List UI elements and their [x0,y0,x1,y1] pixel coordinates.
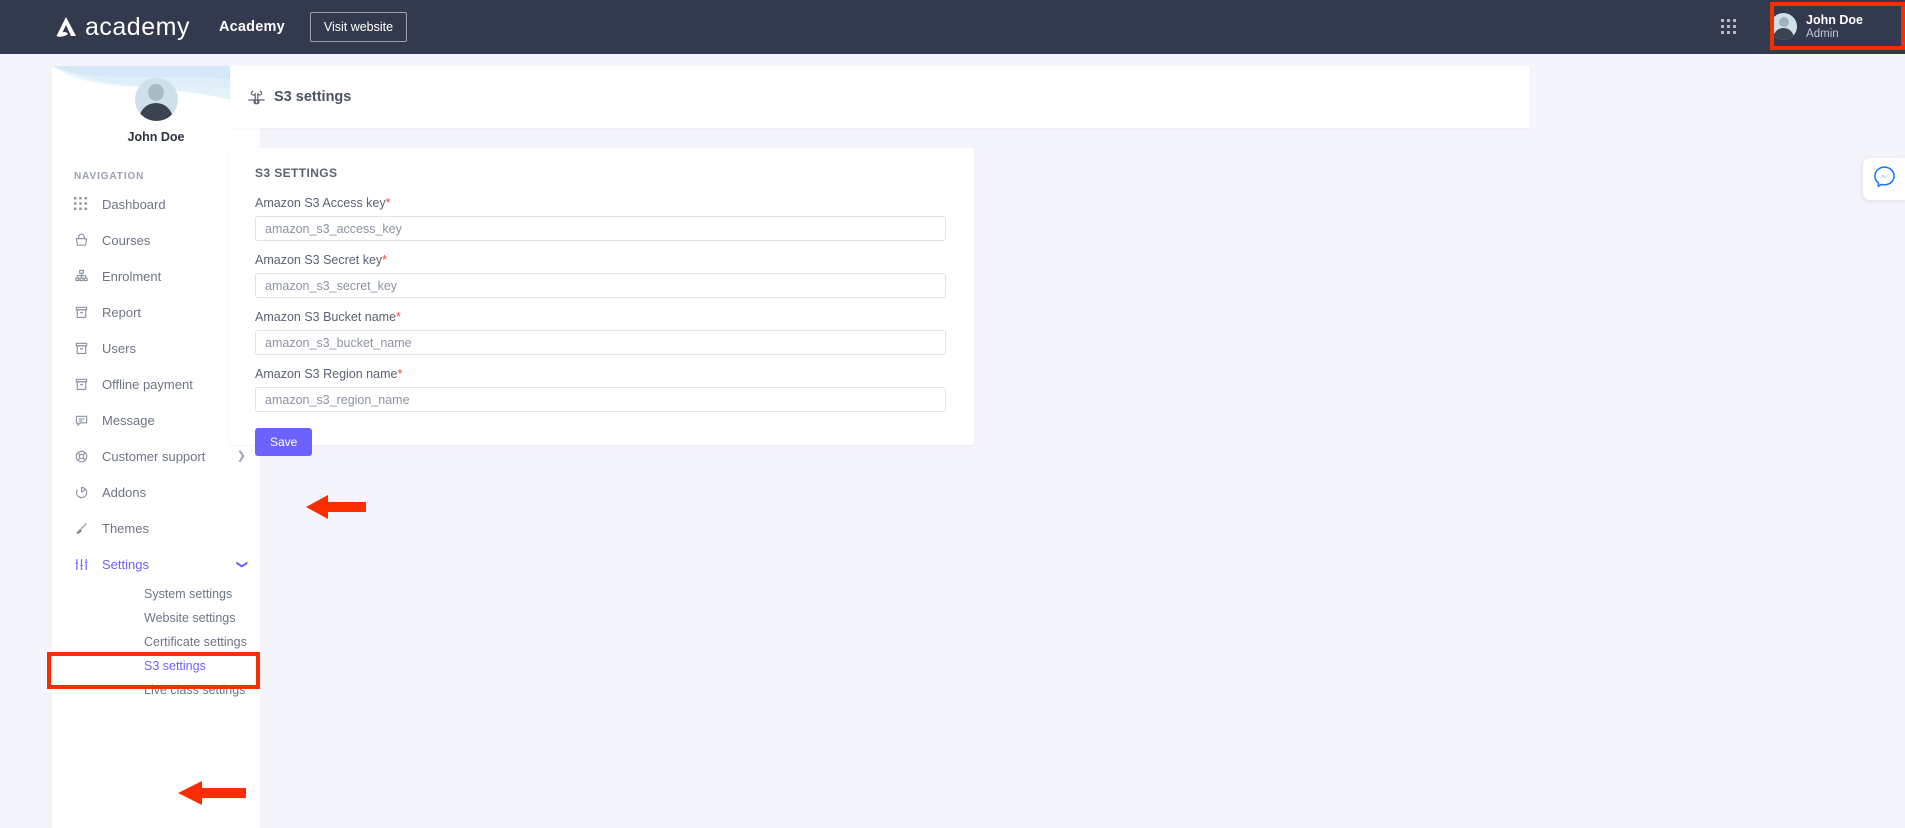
page-title: S3 settings [274,89,352,105]
chevron-down-icon: ❯ [235,559,248,569]
s3-settings-card: S3 SETTINGS Amazon S3 Access key* Amazon… [230,148,974,456]
amazon-s3-secret-key-input[interactable] [255,273,946,298]
profile-text: John Doe Admin [1806,13,1863,42]
archive-icon [72,339,90,357]
sidebar-item-users[interactable]: Users ❯ [52,330,260,366]
sidebar-subitem-label: S3 settings [144,659,206,673]
sidebar-subitem-label: Certificate settings [144,635,247,649]
sidebar-item-dashboard[interactable]: Dashboard [52,186,260,222]
required-marker: * [385,196,391,210]
required-marker: * [397,367,403,381]
profile-role: Admin [1806,27,1839,40]
hierarchy-icon [72,267,90,285]
basket-icon [72,231,90,249]
sidebar-item-label: Enrolment [102,268,162,284]
field-label-text: Amazon S3 Region name [255,367,398,381]
card-heading: S3 SETTINGS [255,166,338,180]
academy-logo-icon [52,13,80,41]
command-icon [248,89,265,106]
amazon-s3-bucket-name-input[interactable] [255,330,946,355]
apps-grid-icon[interactable] [1721,19,1737,35]
sliders-icon [72,555,90,573]
sidebar-item-label: Users [102,340,136,356]
field-bucket-name: Amazon S3 Bucket name* [255,310,949,355]
archive-icon [72,303,90,321]
chat-bubble-icon [72,411,90,429]
sidebar-item-offline-payment[interactable]: Offline payment ❯ [52,366,260,402]
brand[interactable]: academy [52,13,190,41]
amazon-s3-access-key-input[interactable] [255,216,946,241]
sidebar-item-label: Customer support [102,448,206,464]
logo-wordmark: academy [85,12,190,41]
sidebar-item-label: Report [102,304,142,320]
sidebar-item-label: Courses [102,232,151,248]
field-label-text: Amazon S3 Secret key [255,253,383,267]
sidebar-item-themes[interactable]: Themes [52,510,260,546]
sidebar-item-enrolment[interactable]: Enrolment ❯ [52,258,260,294]
brush-icon [72,519,90,537]
field-label: Amazon S3 Region name* [255,367,949,381]
pie-chart-icon [72,483,90,501]
visit-website-button[interactable]: Visit website [309,12,408,42]
messenger-icon [1873,165,1896,193]
field-label: Amazon S3 Bucket name* [255,310,949,324]
sidebar-item-label: Addons [102,484,147,500]
sidebar-subitem-label: Live class settings [144,683,246,697]
sidebar-item-customer-support[interactable]: Customer support ❯ [52,438,260,474]
top-bar: academy Academy Visit website John Doe A… [0,0,1905,54]
field-region-name: Amazon S3 Region name* [255,367,949,412]
sidebar-item-label: Dashboard [102,196,166,212]
sidebar: John Doe NAVIGATION Dashboard Courses ❯ [52,66,260,828]
profile-chip[interactable]: John Doe Admin [1762,7,1877,48]
annotation-arrow-save-button [306,493,366,526]
sidebar-item-courses[interactable]: Courses ❯ [52,222,260,258]
app-name: Academy [218,19,285,35]
save-button[interactable]: Save [255,428,313,456]
required-marker: * [396,310,401,324]
required-marker: * [382,253,388,267]
sidebar-subitem-s3-settings[interactable]: S3 settings [52,654,260,678]
sidebar-subitem-certificate-settings[interactable]: Certificate settings [52,630,260,654]
sidebar-subitem-live-class-settings[interactable]: Live class settings [52,678,260,702]
sidebar-item-label: Themes [102,520,149,536]
field-label: Amazon S3 Secret key* [255,253,949,267]
amazon-s3-region-name-input[interactable] [255,387,946,412]
field-label: Amazon S3 Access key* [255,196,949,210]
messenger-chat-button[interactable] [1863,158,1905,200]
sidebar-item-settings[interactable]: Settings ❯ [52,546,260,582]
field-label-text: Amazon S3 Access key [255,196,386,210]
page-header: S3 settings [230,66,1530,128]
sidebar-profile[interactable]: John Doe [52,66,260,144]
sidebar-item-message[interactable]: Message [52,402,260,438]
sidebar-item-label: Offline payment [102,376,193,392]
sidebar-subitem-system-settings[interactable]: System settings [52,582,260,606]
archive-icon [72,375,90,393]
sidebar-subitem-label: System settings [144,587,233,601]
sidebar-item-label: Message [102,412,155,428]
user-avatar-icon [1770,13,1798,41]
sidebar-item-report[interactable]: Report ❯ [52,294,260,330]
sidebar-subitem-label: Website settings [144,611,236,625]
field-access-key: Amazon S3 Access key* [255,196,949,241]
sidebar-subitem-website-settings[interactable]: Website settings [52,606,260,630]
lifebuoy-icon [72,447,90,465]
chevron-right-icon: ❯ [236,449,246,462]
avatar [134,78,178,121]
topbar-right: John Doe Admin [1721,7,1905,48]
sidebar-item-label: Settings [102,556,149,572]
field-label-text: Amazon S3 Bucket name [255,310,397,324]
grid-dots-icon [72,195,90,213]
sidebar-profile-name: John Doe [127,130,185,144]
profile-name: John Doe [1806,12,1863,27]
field-secret-key: Amazon S3 Secret key* [255,253,949,298]
sidebar-item-addons[interactable]: Addons [52,474,260,510]
